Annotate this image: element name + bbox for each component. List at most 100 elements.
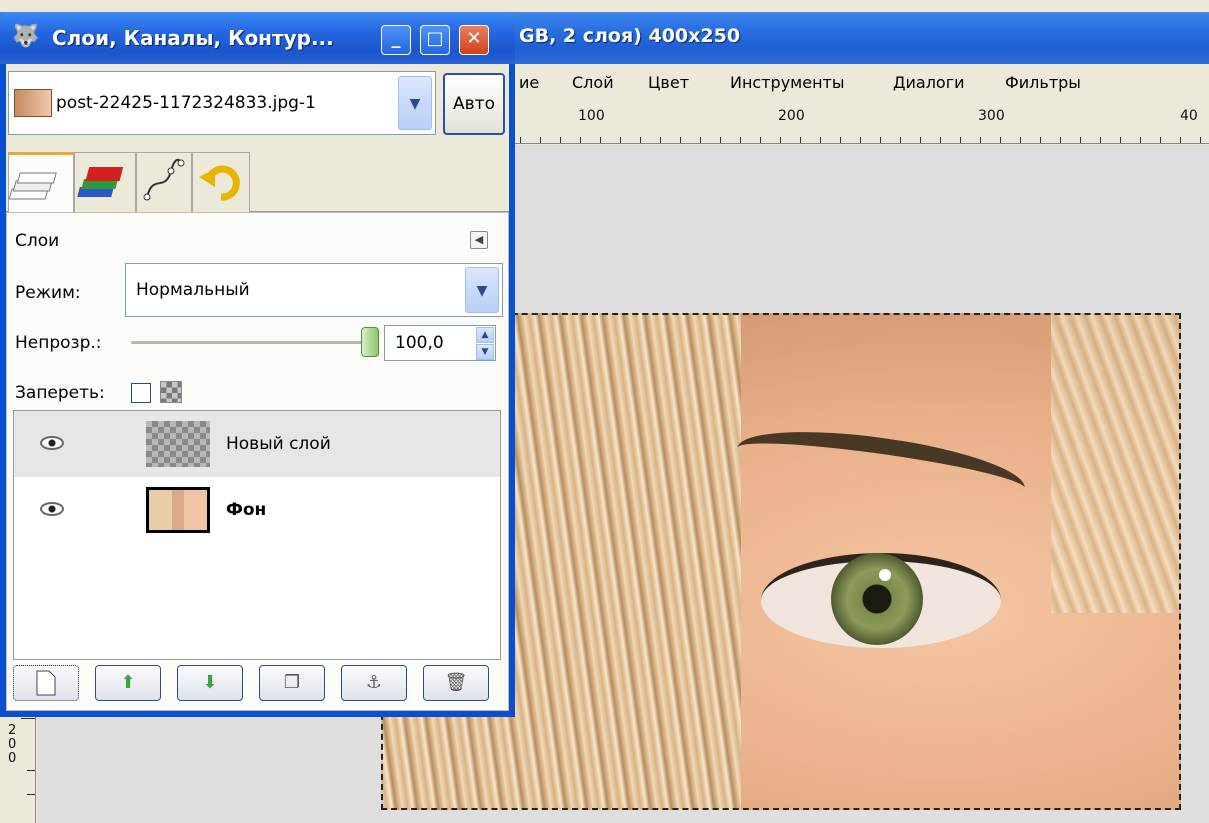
menu-item-color[interactable]: Цвет [648, 73, 689, 92]
ruler-tick [1040, 137, 1041, 143]
ruler-tick [1100, 137, 1101, 143]
tab-paths[interactable] [136, 152, 192, 212]
duplicate-layer-button[interactable]: ❐ [259, 665, 325, 701]
mode-label: Режим: [15, 283, 81, 303]
layer-row[interactable]: Фон [14, 477, 500, 543]
lock-checkbox[interactable] [131, 383, 151, 403]
panel-menu-icon[interactable]: ◀ [470, 231, 488, 249]
mode-select-value: Нормальный [136, 280, 250, 300]
ruler-tick [700, 137, 701, 143]
ruler-tick [580, 137, 581, 143]
raise-layer-icon: ⬆ [120, 672, 136, 693]
ruler-tick [1060, 137, 1061, 143]
dialog-title: Слои, Каналы, Контур... [52, 26, 334, 50]
ruler-label-400: 40 [1180, 108, 1198, 124]
ruler-tick [860, 137, 861, 143]
dialog-body: post-22425-1172324833.jpg-1 ▼ Авто Слои … [6, 64, 509, 711]
spin-down-icon[interactable]: ▼ [476, 344, 494, 360]
ruler-tick [1000, 137, 1001, 143]
image-select-combo[interactable]: post-22425-1172324833.jpg-1 ▼ [8, 71, 436, 135]
layer-name[interactable]: Новый слой [226, 434, 331, 454]
ruler-tick [560, 137, 561, 143]
spin-up-icon[interactable]: ▲ [476, 327, 494, 343]
paths-tab-icon [143, 158, 185, 201]
image-iris [831, 553, 923, 645]
vruler-label-char: 0 [8, 751, 17, 766]
dialog-titlebar[interactable]: 🐺 Слои, Каналы, Контур... _ □ ✕ [0, 12, 515, 64]
anchor-layer-button[interactable]: ⚓ [341, 665, 407, 701]
auto-button[interactable]: Авто [443, 73, 505, 135]
ruler-tick [820, 137, 821, 143]
lower-layer-icon: ⬇ [202, 672, 218, 693]
menu-item-tools[interactable]: Инструменты [730, 73, 845, 92]
lock-label: Запереть: [15, 383, 105, 403]
undo-tab-icon [199, 165, 240, 201]
image-eyebrow [733, 418, 1029, 518]
layers-tab-icon [8, 172, 57, 200]
ruler-tick [920, 137, 921, 143]
ruler-tick [940, 137, 941, 143]
maximize-button[interactable]: □ [420, 25, 450, 55]
ruler-tick [1180, 137, 1181, 143]
ruler-tick [840, 137, 841, 143]
ruler-tick [800, 137, 801, 143]
chevron-down-icon[interactable]: ▼ [398, 76, 432, 130]
layer-thumbnail [146, 421, 210, 467]
delete-layer-button[interactable]: 🗑 [423, 665, 489, 701]
gimp-icon: 🐺 [12, 24, 40, 49]
vruler-label-char: 2 [8, 723, 17, 738]
anchor-layer-icon: ⚓ [365, 672, 383, 693]
menu-item-dialogs[interactable]: Диалоги [893, 73, 965, 92]
layer-button-bar: ⬆ ⬇ ❐ ⚓ 🗑 [13, 665, 501, 707]
panel-title: Слои [15, 231, 60, 251]
layers-panel: Слои ◀ Режим: Нормальный ▼ Непрозр.: 100… [6, 212, 509, 711]
opacity-label: Непрозр.: [15, 333, 102, 353]
ruler-label-200: 200 [778, 108, 805, 124]
ruler-tick [980, 137, 981, 143]
opacity-spinbox[interactable]: 100,0 ▲ ▼ [384, 325, 496, 361]
mode-select[interactable]: Нормальный ▼ [125, 263, 503, 317]
tab-layers[interactable] [8, 152, 74, 212]
layers-dialog: 🐺 Слои, Каналы, Контур... _ □ ✕ post-224… [0, 12, 515, 717]
image-select-value: post-22425-1172324833.jpg-1 [56, 93, 316, 113]
opacity-slider-handle[interactable] [361, 327, 379, 357]
image-select-row: post-22425-1172324833.jpg-1 ▼ Авто [6, 64, 509, 146]
duplicate-layer-icon: ❐ [283, 672, 301, 693]
ruler-tick [640, 137, 641, 143]
lower-layer-button[interactable]: ⬇ [177, 665, 243, 701]
ruler-tick [740, 137, 741, 143]
ruler-label-100: 100 [578, 108, 605, 124]
raise-layer-button[interactable]: ⬆ [95, 665, 161, 701]
ruler-label-300: 300 [978, 108, 1005, 124]
layer-row[interactable]: Новый слой [14, 411, 500, 477]
tab-undo-history[interactable] [192, 152, 250, 212]
ruler-tick [27, 770, 35, 771]
lock-alpha-icon [160, 381, 182, 403]
image-thumbnail [14, 89, 52, 117]
chevron-down-icon[interactable]: ▼ [465, 267, 499, 313]
tab-channels[interactable] [74, 152, 136, 212]
ruler-tick [900, 137, 901, 143]
ruler-tick [540, 137, 541, 143]
menu-item-filters[interactable]: Фильтры [1005, 73, 1081, 92]
ruler-tick [680, 137, 681, 143]
ruler-tick [1120, 137, 1121, 143]
ruler-tick [1080, 137, 1081, 143]
layer-name[interactable]: Фон [226, 500, 266, 520]
layer-list[interactable]: Новый слой Фон [13, 410, 501, 660]
dock-tabs [6, 146, 509, 212]
ruler-tick [1140, 137, 1141, 143]
opacity-slider-track[interactable] [131, 341, 371, 344]
image-eye-glint [879, 569, 891, 581]
menu-item-edit[interactable]: ие [519, 73, 539, 92]
ruler-tick [21, 718, 35, 719]
close-button[interactable]: ✕ [459, 25, 489, 55]
new-layer-icon [36, 670, 56, 696]
ruler-tick [27, 794, 35, 795]
new-layer-button[interactable] [13, 665, 79, 701]
minimize-button[interactable]: _ [381, 25, 411, 55]
visibility-eye-icon[interactable] [40, 436, 64, 450]
delete-layer-icon: 🗑 [444, 672, 468, 693]
visibility-eye-icon[interactable] [40, 502, 64, 516]
menu-item-layer[interactable]: Слой [572, 73, 614, 92]
